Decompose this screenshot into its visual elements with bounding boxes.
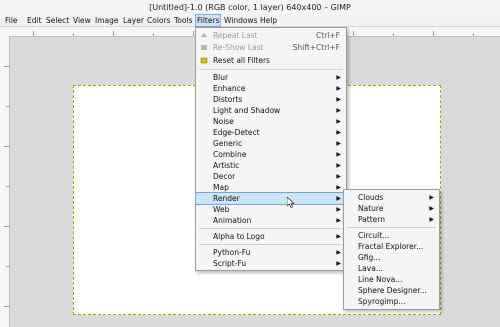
menu-select[interactable]: Select	[45, 15, 70, 26]
window-title: [Untitled]-1.0 (RGB color, 1 layer) 640x…	[0, 0, 500, 15]
menu-item-decor[interactable]: Decor ▶	[196, 171, 346, 182]
menu-item-spyrogimp[interactable]: Spyrogimp...	[344, 296, 439, 307]
repeat-icon	[201, 33, 207, 37]
menu-item-line-nova[interactable]: Line Nova...	[344, 274, 439, 285]
menu-item-animation[interactable]: Animation ▶	[196, 215, 346, 226]
reset-icon	[200, 57, 208, 64]
menu-item-circuit[interactable]: Circuit...	[344, 230, 439, 241]
menu-colors[interactable]: Colors	[146, 15, 172, 26]
menu-item-lava[interactable]: Lava...	[344, 263, 439, 274]
menu-item-alpha-to-logo[interactable]: Alpha to Logo ▶	[196, 231, 346, 242]
reshow-icon	[201, 45, 207, 50]
menu-layer[interactable]: Layer	[122, 15, 145, 26]
separator	[199, 244, 343, 245]
menu-filters[interactable]: Filters	[194, 14, 222, 27]
submenu-arrow-icon: ▶	[336, 107, 341, 114]
menubar: File Edit Select View Image Layer Colors…	[0, 14, 500, 27]
separator	[347, 227, 436, 228]
menu-edit[interactable]: Edit	[26, 15, 43, 26]
submenu-arrow-icon: ▶	[336, 217, 341, 224]
menu-item-fractal-explorer[interactable]: Fractal Explorer...	[344, 241, 439, 252]
submenu-arrow-icon: ▶	[336, 118, 341, 125]
menu-item-gfig[interactable]: Gfig...	[344, 252, 439, 263]
submenu-arrow-icon: ▶	[429, 194, 434, 201]
submenu-arrow-icon: ▶	[336, 140, 341, 147]
menu-item-distorts[interactable]: Distorts ▶	[196, 94, 346, 105]
menu-item-script-fu[interactable]: Script-Fu ▶	[196, 258, 346, 269]
submenu-arrow-icon: ▶	[336, 249, 341, 256]
menu-item-nature[interactable]: Nature ▶	[344, 203, 439, 214]
menu-help[interactable]: Help	[259, 15, 278, 26]
menu-tools[interactable]: Tools	[173, 15, 193, 26]
submenu-arrow-icon: ▶	[336, 184, 341, 191]
menu-item-light-and-shadow[interactable]: Light and Shadow ▶	[196, 105, 346, 116]
menu-file[interactable]: File	[4, 15, 19, 26]
menu-item-pattern[interactable]: Pattern ▶	[344, 214, 439, 225]
submenu-arrow-icon: ▶	[336, 233, 341, 240]
render-submenu: Clouds ▶ Nature ▶ Pattern ▶ Circuit... Frac…	[343, 189, 440, 310]
filters-menu: Repeat Last Ctrl+F Re-Show Last Shift+Ct…	[195, 27, 347, 271]
menu-item-repeat-last[interactable]: Repeat Last Ctrl+F	[196, 30, 346, 41]
menu-item-clouds[interactable]: Clouds ▶	[344, 192, 439, 203]
menu-item-blur[interactable]: Blur ▶	[196, 72, 346, 83]
menu-item-artistic[interactable]: Artistic ▶	[196, 160, 346, 171]
submenu-arrow-icon: ▶	[336, 74, 341, 81]
submenu-arrow-icon: ▶	[336, 173, 341, 180]
mouse-pointer-icon	[287, 197, 295, 208]
submenu-arrow-icon: ▶	[336, 206, 341, 213]
menu-item-reshow-last[interactable]: Re-Show Last Shift+Ctrl+F	[196, 42, 346, 53]
menu-item-web[interactable]: Web ▶	[196, 204, 346, 215]
menu-item-reset-filters[interactable]: Reset all Filters	[196, 55, 346, 66]
menu-item-edge-detect[interactable]: Edge-Detect ▶	[196, 127, 346, 138]
separator	[199, 228, 343, 229]
menu-item-map[interactable]: Map ▶	[196, 182, 346, 193]
separator	[199, 69, 343, 70]
menu-item-sphere-designer[interactable]: Sphere Designer...	[344, 285, 439, 296]
menu-item-enhance[interactable]: Enhance ▶	[196, 83, 346, 94]
submenu-arrow-icon: ▶	[336, 151, 341, 158]
submenu-arrow-icon: ▶	[336, 162, 341, 169]
menu-view[interactable]: View	[72, 15, 92, 26]
vertical-ruler	[0, 36, 10, 327]
menu-item-render[interactable]: Render ▶	[195, 192, 347, 205]
menu-item-noise[interactable]: Noise ▶	[196, 116, 346, 127]
menu-windows[interactable]: Windows	[223, 15, 258, 26]
menu-item-combine[interactable]: Combine ▶	[196, 149, 346, 160]
submenu-arrow-icon: ▶	[336, 96, 341, 103]
menu-item-generic[interactable]: Generic ▶	[196, 138, 346, 149]
submenu-arrow-icon: ▶	[429, 216, 434, 223]
submenu-arrow-icon: ▶	[429, 205, 434, 212]
submenu-arrow-icon: ▶	[336, 260, 341, 267]
menu-image[interactable]: Image	[94, 15, 120, 26]
submenu-arrow-icon: ▶	[336, 85, 341, 92]
menu-item-python-fu[interactable]: Python-Fu ▶	[196, 247, 346, 258]
submenu-arrow-icon: ▶	[336, 129, 341, 136]
submenu-arrow-icon: ▶	[336, 195, 341, 202]
